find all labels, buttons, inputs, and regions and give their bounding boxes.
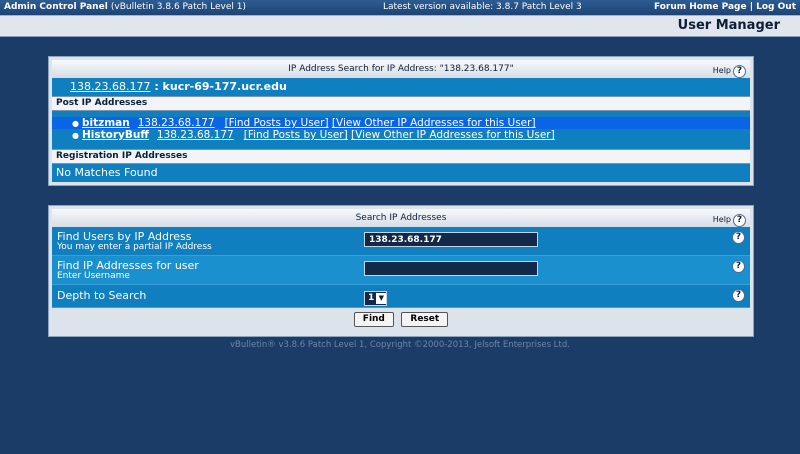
depth-row: Depth to Search 1 ▼ ? bbox=[52, 285, 750, 308]
help-icon[interactable]: ? bbox=[732, 260, 745, 273]
username-input[interactable] bbox=[364, 261, 538, 276]
find-posts-link[interactable]: [Find Posts by User] bbox=[244, 129, 348, 141]
user-link[interactable]: bitzman bbox=[82, 117, 130, 129]
depth-value: 1 bbox=[368, 293, 375, 303]
help-icon[interactable]: ? bbox=[733, 64, 746, 78]
find-users-label: Find Users by IP Address bbox=[57, 230, 192, 243]
top-bar: Admin Control Panel (vBulletin 3.8.6 Pat… bbox=[0, 0, 800, 15]
ip-link[interactable]: 138.23.68.177 bbox=[157, 129, 234, 141]
form-buttons: Find Reset bbox=[52, 308, 750, 333]
ip-results-header: IP Address Search for IP Address: "138.2… bbox=[52, 60, 750, 78]
copyright: vBulletin® v3.8.6 Patch Level 1, Copyrig… bbox=[230, 340, 570, 350]
registration-ip-header: Registration IP Addresses bbox=[52, 149, 750, 164]
top-links: Forum Home Page | Log Out bbox=[654, 0, 796, 15]
chevron-down-icon[interactable]: ▼ bbox=[376, 292, 387, 304]
help-link[interactable]: Help? bbox=[713, 62, 746, 80]
list-item: ● HistoryBuff 138.23.68.177 [Find Posts by … bbox=[52, 129, 750, 141]
help-icon[interactable]: ? bbox=[732, 289, 745, 302]
ip-link[interactable]: 138.23.68.177 bbox=[138, 117, 215, 129]
no-matches-text: No Matches Found bbox=[56, 166, 158, 179]
app-title: Admin Control Panel (vBulletin 3.8.6 Pat… bbox=[4, 0, 246, 15]
ip-results-panel: IP Address Search for IP Address: "138.2… bbox=[48, 56, 754, 186]
ip-results-title: IP Address Search for IP Address: "138.2… bbox=[288, 64, 514, 74]
host-row: 138.23.68.177 : kucr-69-177.ucr.edu bbox=[52, 78, 750, 96]
search-ip-header: Search IP Addresses Help? bbox=[52, 209, 750, 227]
depth-select[interactable]: 1 ▼ bbox=[364, 290, 388, 306]
link-separator: | bbox=[746, 2, 757, 12]
view-other-ips-link[interactable]: [View Other IP Addresses for this User] bbox=[351, 129, 555, 141]
find-posts-link[interactable]: [Find Posts by User] bbox=[225, 117, 329, 129]
list-item: ● bitzman 138.23.68.177 [Find Posts by User… bbox=[52, 117, 750, 129]
view-other-ips-link[interactable]: [View Other IP Addresses for this User] bbox=[332, 117, 536, 129]
post-ip-list: ● bitzman 138.23.68.177 [Find Posts by User… bbox=[52, 111, 750, 149]
app-title-text: Admin Control Panel bbox=[4, 2, 108, 12]
depth-label: Depth to Search bbox=[57, 289, 147, 302]
ip-address-input[interactable]: 138.23.68.177 bbox=[364, 232, 538, 247]
ip-link[interactable]: 138.23.68.177 bbox=[70, 80, 150, 93]
find-users-hint: You may enter a partial IP Address bbox=[57, 242, 212, 252]
hostname: kucr-69-177.ucr.edu bbox=[162, 80, 287, 93]
search-ip-panel: Search IP Addresses Help? Find Users by … bbox=[48, 205, 754, 337]
search-ip-title: Search IP Addresses bbox=[355, 213, 447, 223]
find-users-row: Find Users by IP Address You may enter a… bbox=[52, 227, 750, 256]
help-icon[interactable]: ? bbox=[732, 231, 745, 244]
find-ips-row: Find IP Addresses for user Enter Usernam… bbox=[52, 256, 750, 285]
help-label: Help bbox=[712, 66, 731, 75]
find-ips-hint: Enter Username bbox=[57, 271, 130, 281]
bullet-icon: ● bbox=[72, 131, 79, 140]
post-ip-header: Post IP Addresses bbox=[52, 96, 750, 111]
find-ips-label-group: Find IP Addresses for user Enter Usernam… bbox=[57, 260, 199, 282]
page-title: User Manager bbox=[0, 15, 800, 37]
find-button[interactable]: Find bbox=[353, 312, 394, 327]
app-version: (vBulletin 3.8.6 Patch Level 1) bbox=[110, 2, 246, 12]
host-separator: : bbox=[150, 80, 163, 93]
logout-link[interactable]: Log Out bbox=[756, 2, 796, 12]
user-link[interactable]: HistoryBuff bbox=[82, 129, 149, 141]
help-icon[interactable]: ? bbox=[733, 213, 746, 227]
find-users-label-group: Find Users by IP Address You may enter a… bbox=[57, 231, 212, 253]
reset-button[interactable]: Reset bbox=[401, 312, 449, 327]
latest-version: Latest version available: 3.8.7 Patch Le… bbox=[383, 2, 582, 12]
find-ips-label: Find IP Addresses for user bbox=[57, 259, 199, 272]
forum-home-link[interactable]: Forum Home Page bbox=[654, 2, 747, 12]
